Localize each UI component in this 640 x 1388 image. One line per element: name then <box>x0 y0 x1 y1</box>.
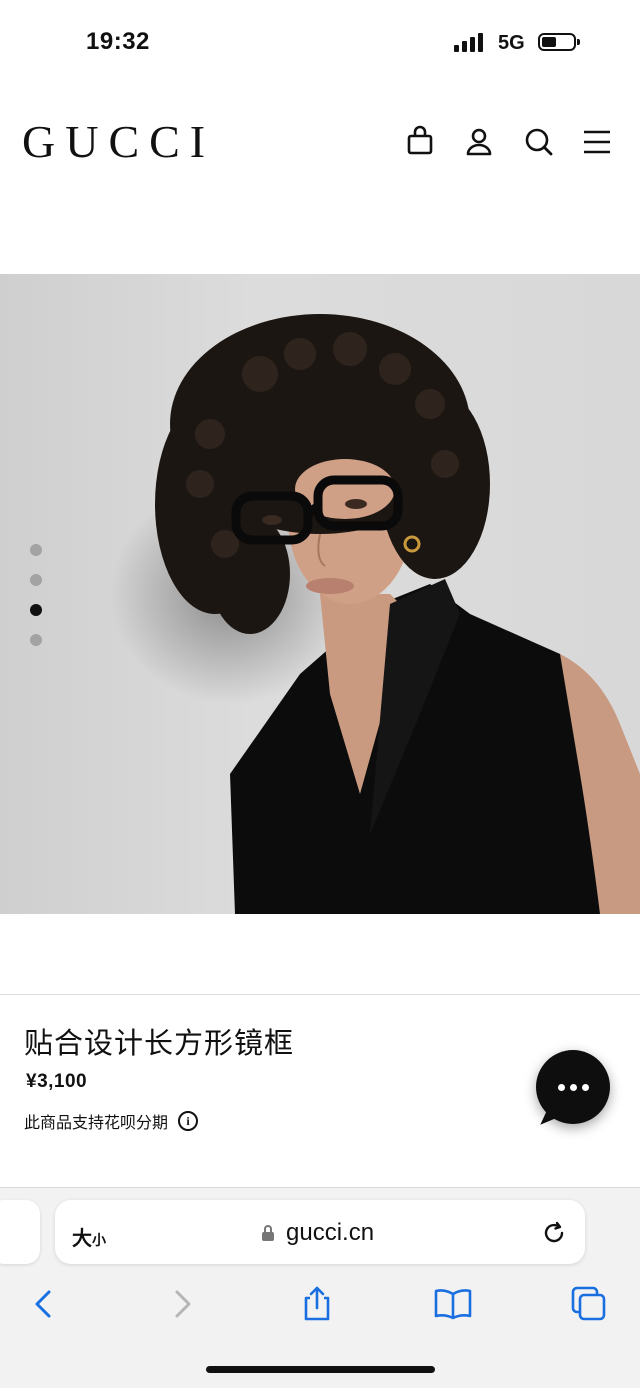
user-icon[interactable] <box>461 124 497 160</box>
tabs-icon[interactable] <box>569 1284 609 1324</box>
section-divider <box>0 994 640 995</box>
gallery-pagination[interactable] <box>30 544 42 646</box>
cellular-signal-icon <box>454 33 483 52</box>
chat-dot <box>558 1084 565 1091</box>
text-size-big-label: 大 <box>72 1228 92 1250</box>
text-size-button[interactable]: 大小 <box>72 1222 106 1251</box>
gallery-dot[interactable] <box>30 544 42 556</box>
installment-text: 此商品支持花呗分期 <box>24 1115 169 1132</box>
chat-bubble-tail <box>540 1104 568 1134</box>
home-indicator[interactable] <box>206 1366 435 1373</box>
gallery-dot-active[interactable] <box>30 604 42 616</box>
model-portrait-illustration <box>110 314 640 914</box>
previous-tab-preview[interactable] <box>0 1200 40 1264</box>
product-title: 贴合设计长方形镜框 <box>24 1028 295 1060</box>
chat-dot <box>582 1084 589 1091</box>
lock-icon <box>262 1225 274 1241</box>
info-icon[interactable]: i <box>178 1111 199 1131</box>
brand-logo[interactable]: GUCCI <box>22 118 215 166</box>
battery-icon <box>538 33 580 51</box>
installment-note: 此商品支持花呗分期 i <box>24 1109 199 1133</box>
forward-icon[interactable] <box>162 1284 202 1324</box>
gallery-dot[interactable] <box>30 634 42 646</box>
bookmarks-icon[interactable] <box>433 1284 473 1324</box>
share-icon[interactable] <box>297 1284 337 1324</box>
reload-icon[interactable] <box>540 1219 568 1247</box>
menu-icon[interactable] <box>579 124 615 160</box>
chat-button[interactable] <box>536 1050 610 1134</box>
network-type: 5G <box>498 32 525 54</box>
back-icon[interactable] <box>24 1284 64 1324</box>
text-size-small-label: 小 <box>92 1232 106 1248</box>
product-gallery-image[interactable] <box>0 274 640 914</box>
product-price: ¥3,100 <box>26 1071 88 1092</box>
url-domain[interactable]: gucci.cn <box>286 1219 374 1247</box>
chat-dot <box>570 1084 577 1091</box>
shopping-bag-icon[interactable] <box>402 124 438 160</box>
status-time: 19:32 <box>86 28 150 55</box>
search-icon[interactable] <box>521 124 557 160</box>
gallery-dot[interactable] <box>30 574 42 586</box>
